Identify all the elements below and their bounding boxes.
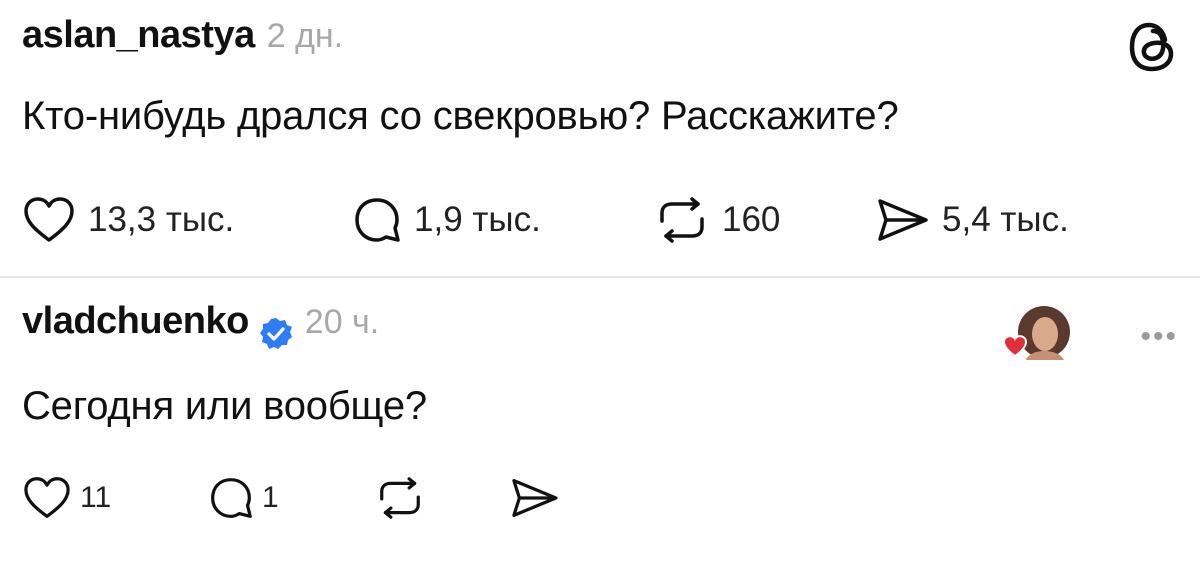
- speech-bubble-icon: [352, 196, 402, 244]
- more-icon[interactable]: •••: [1140, 320, 1178, 354]
- post: vladchuenko 20 ч. ••• Сегодня или вообще…: [22, 300, 1178, 560]
- post: aslan_nastya 2 дн. Кто-нибудь дрался со …: [22, 14, 1178, 264]
- liked-by-author-icon[interactable]: [1000, 304, 1070, 368]
- post-actions: 13,3 тыс. 1,9 тыс. 160 5,4 тыс.: [22, 196, 1069, 244]
- reply-count: 1,9 тыс.: [414, 200, 541, 239]
- share-button[interactable]: [508, 477, 568, 519]
- repost-button[interactable]: 160: [654, 197, 874, 243]
- share-button[interactable]: 5,4 тыс.: [874, 197, 1069, 243]
- like-button[interactable]: 13,3 тыс.: [22, 196, 352, 244]
- share-count: 5,4 тыс.: [942, 200, 1069, 239]
- reply-button[interactable]: 1: [208, 476, 374, 520]
- like-count: 11: [80, 481, 112, 514]
- post-text: Сегодня или вообще?: [22, 384, 427, 428]
- post-actions: 11 1: [22, 476, 568, 520]
- repost-count: 160: [722, 200, 781, 239]
- divider: [0, 276, 1200, 278]
- speech-bubble-icon: [208, 476, 254, 520]
- post-text: Кто-нибудь дрался со свекровью? Расскажи…: [22, 94, 899, 138]
- post-time[interactable]: 2 дн.: [267, 17, 343, 56]
- repost-icon: [654, 197, 710, 243]
- threads-logo-icon[interactable]: [1128, 20, 1178, 74]
- verified-badge-icon: [259, 317, 293, 351]
- repost-button[interactable]: [374, 477, 508, 519]
- post-header: aslan_nastya 2 дн.: [22, 14, 343, 78]
- username[interactable]: vladchuenko: [22, 300, 249, 343]
- post-header: vladchuenko 20 ч.: [22, 300, 379, 364]
- reply-button[interactable]: 1,9 тыс.: [352, 196, 654, 244]
- post-time[interactable]: 20 ч.: [305, 303, 379, 342]
- repost-icon: [374, 477, 426, 519]
- send-icon: [508, 477, 560, 519]
- like-count: 13,3 тыс.: [88, 200, 235, 239]
- threads-reply-screenshot: aslan_nastya 2 дн. Кто-нибудь дрался со …: [0, 0, 1200, 570]
- send-icon: [874, 197, 930, 243]
- reply-count: 1: [262, 481, 279, 514]
- heart-icon: [22, 196, 76, 244]
- username[interactable]: aslan_nastya: [22, 14, 255, 57]
- heart-icon: [22, 476, 72, 520]
- like-button[interactable]: 11: [22, 476, 208, 520]
